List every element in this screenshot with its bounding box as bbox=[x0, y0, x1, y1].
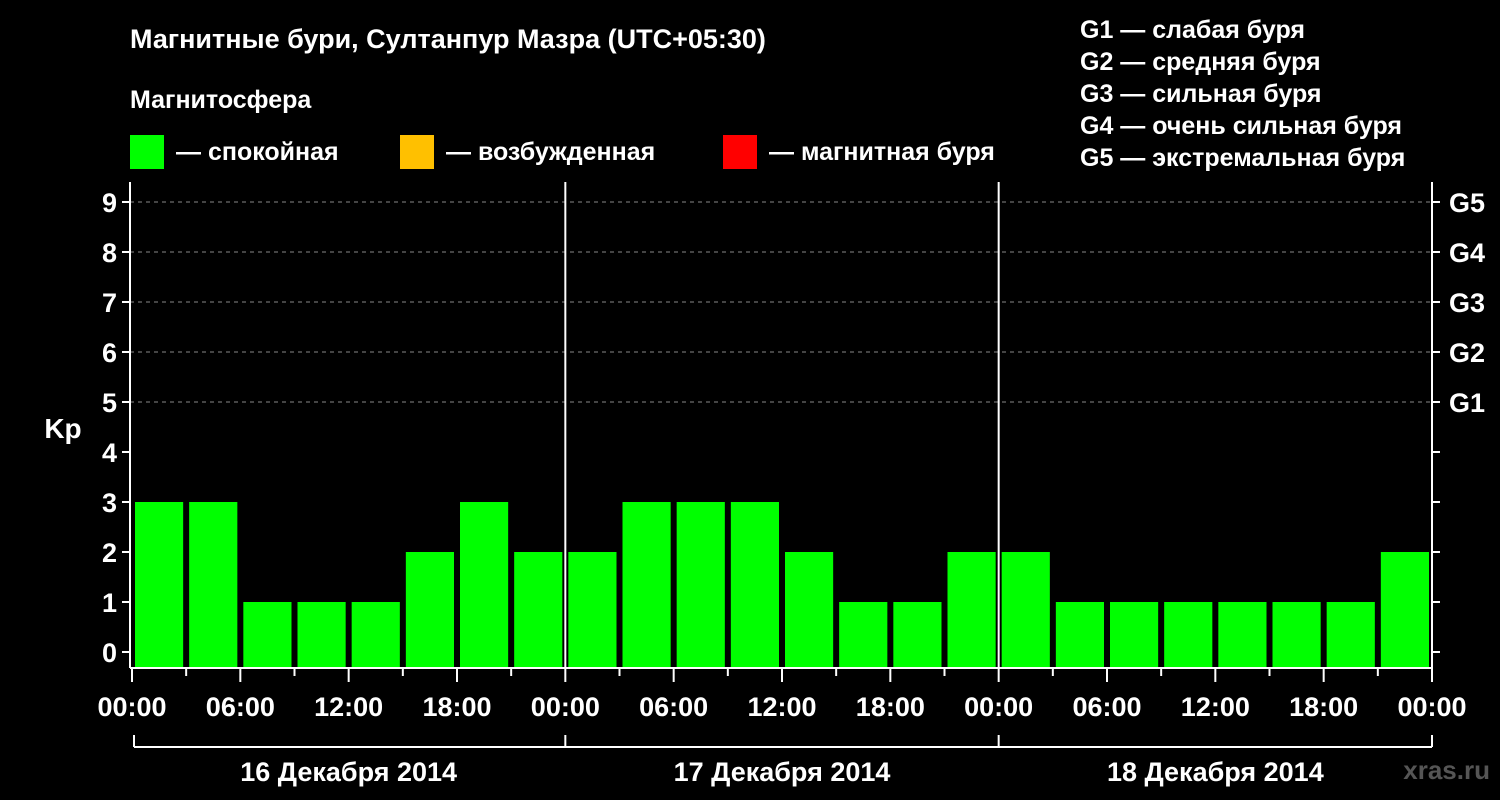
kp-bar bbox=[1164, 602, 1213, 668]
kp-bar bbox=[405, 552, 454, 668]
storm-level-tick-label: G5 bbox=[1449, 188, 1485, 218]
y-tick-label: 4 bbox=[102, 438, 117, 468]
storm-level-tick-label: G2 bbox=[1449, 338, 1485, 368]
kp-bar bbox=[1326, 602, 1375, 668]
x-tick-label: 06:00 bbox=[206, 692, 275, 722]
kp-bar bbox=[622, 502, 671, 668]
day-label: 16 Декабря 2014 bbox=[240, 757, 457, 787]
kp-bar bbox=[1001, 552, 1050, 668]
x-tick-label: 18:00 bbox=[856, 692, 925, 722]
kp-bar bbox=[1218, 602, 1267, 668]
y-tick-label: 9 bbox=[102, 188, 117, 218]
kp-bar bbox=[730, 502, 779, 668]
x-tick-label: 00:00 bbox=[97, 692, 166, 722]
x-tick-label: 00:00 bbox=[1397, 692, 1466, 722]
x-tick-label: 18:00 bbox=[1289, 692, 1358, 722]
kp-bar bbox=[947, 552, 996, 668]
y-tick-label: 6 bbox=[102, 338, 117, 368]
y-tick-label: 3 bbox=[102, 488, 117, 518]
y-tick-label: 5 bbox=[102, 388, 117, 418]
kp-bar bbox=[243, 602, 292, 668]
y-tick-label: 0 bbox=[102, 638, 117, 668]
x-tick-label: 06:00 bbox=[1072, 692, 1141, 722]
kp-bar bbox=[785, 552, 834, 668]
kp-bar bbox=[1272, 602, 1321, 668]
x-tick-label: 12:00 bbox=[314, 692, 383, 722]
kp-bar bbox=[189, 502, 238, 668]
x-tick-label: 06:00 bbox=[639, 692, 708, 722]
kp-bar bbox=[460, 502, 509, 668]
kp-bar bbox=[893, 602, 942, 668]
watermark: xras.ru bbox=[1403, 755, 1490, 785]
y-tick-label: 7 bbox=[102, 288, 117, 318]
x-tick-label: 12:00 bbox=[747, 692, 816, 722]
y-tick-label: 1 bbox=[102, 588, 117, 618]
y-tick-label: 2 bbox=[102, 538, 117, 568]
kp-bar bbox=[135, 502, 184, 668]
kp-bar bbox=[676, 502, 725, 668]
kp-bar bbox=[839, 602, 888, 668]
storm-level-tick-label: G4 bbox=[1449, 238, 1485, 268]
y-axis-label: Kp bbox=[44, 413, 81, 444]
storm-level-tick-label: G3 bbox=[1449, 288, 1485, 318]
x-tick-label: 12:00 bbox=[1181, 692, 1250, 722]
kp-bar bbox=[1110, 602, 1159, 668]
x-tick-label: 00:00 bbox=[964, 692, 1033, 722]
kp-bar bbox=[351, 602, 400, 668]
kp-bar bbox=[514, 552, 563, 668]
x-tick-label: 18:00 bbox=[422, 692, 491, 722]
day-label: 18 Декабря 2014 bbox=[1107, 757, 1324, 787]
kp-bar bbox=[1380, 552, 1429, 668]
y-tick-label: 8 bbox=[102, 238, 117, 268]
x-tick-label: 00:00 bbox=[531, 692, 600, 722]
kp-chart: 0 1 2 3 4 5 6 7 8 9 G1 G2 G3 G4 G5 Kp 00:00 06:00 12:00 18:… bbox=[44, 182, 1485, 787]
kp-bar bbox=[568, 552, 617, 668]
kp-bar bbox=[1055, 602, 1104, 668]
kp-bar bbox=[297, 602, 346, 668]
storm-level-tick-label: G1 bbox=[1449, 388, 1485, 418]
day-label: 17 Декабря 2014 bbox=[674, 757, 891, 787]
